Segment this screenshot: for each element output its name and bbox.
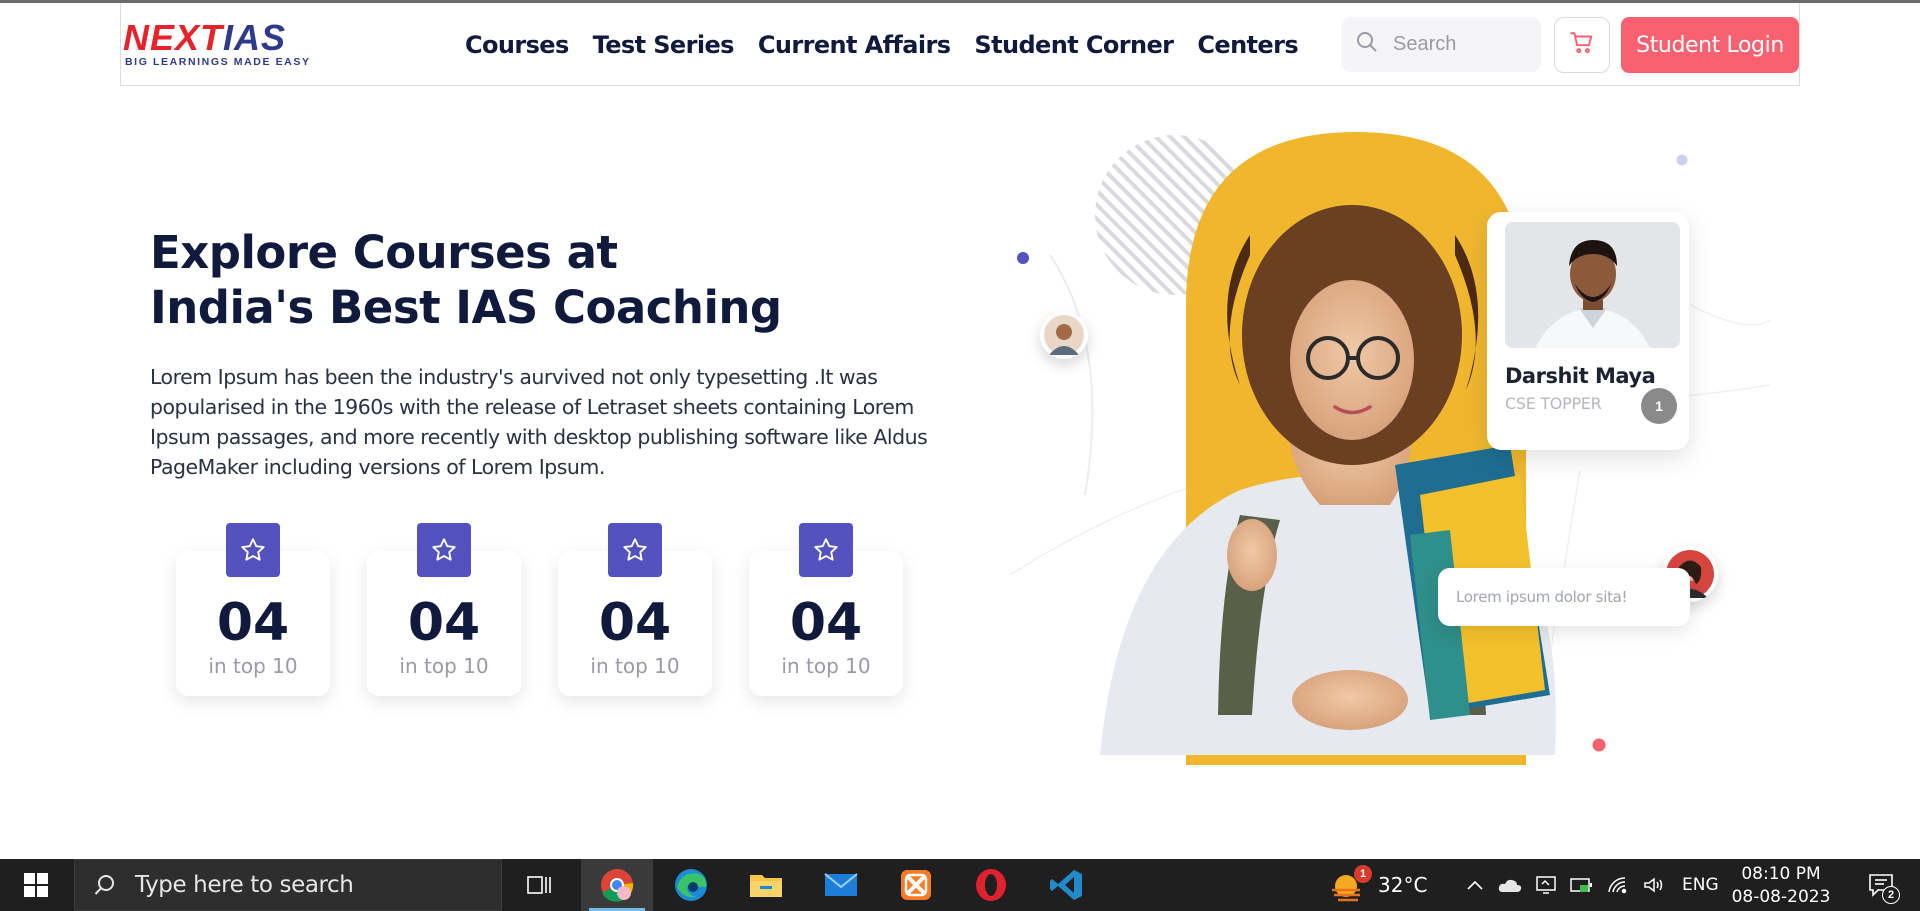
nav-courses[interactable]: Courses bbox=[465, 31, 569, 59]
monitor-icon bbox=[1536, 876, 1556, 894]
star-icon bbox=[417, 523, 471, 577]
logo-tagline: BIG LEARNINGS MADE EASY bbox=[125, 56, 311, 68]
hero-title-line2: India's Best IAS Coaching bbox=[150, 281, 782, 334]
star-icon bbox=[799, 523, 853, 577]
taskbar-search-box[interactable]: Type here to search bbox=[74, 859, 502, 911]
hero-title-line1: Explore Courses at bbox=[150, 226, 618, 279]
logo-next-text: NEXT bbox=[123, 17, 224, 58]
stat-label: in top 10 bbox=[208, 654, 298, 678]
network-tray[interactable] bbox=[1604, 859, 1632, 911]
clock-time: 08:10 PM bbox=[1741, 864, 1821, 884]
main-nav: Courses Test Series Current Affairs Stud… bbox=[465, 31, 1322, 59]
search-icon bbox=[1355, 30, 1379, 59]
logo-wordmark: NEXTIAS bbox=[123, 20, 286, 56]
star-icon bbox=[226, 523, 280, 577]
language-indicator[interactable]: ENG bbox=[1682, 875, 1719, 895]
taskbar-app-vscode[interactable] bbox=[1030, 859, 1102, 911]
topper-name: Darshit Maya bbox=[1505, 364, 1656, 388]
nav-centers[interactable]: Centers bbox=[1197, 31, 1298, 59]
task-view-icon bbox=[527, 876, 551, 894]
system-clock[interactable]: 08:10 PM 08-08-2023 bbox=[1728, 863, 1834, 909]
clock-date: 08-08-2023 bbox=[1731, 887, 1831, 907]
stat-value: 04 bbox=[407, 593, 481, 653]
taskbar-app-chrome[interactable] bbox=[581, 859, 653, 911]
edge-icon bbox=[675, 869, 707, 901]
notification-count-badge: 2 bbox=[1882, 886, 1900, 904]
topper-photo bbox=[1505, 222, 1680, 348]
folder-icon bbox=[750, 875, 782, 897]
site-header: NEXTIAS BIG LEARNINGS MADE EASY Courses … bbox=[120, 3, 1800, 86]
xampp-icon bbox=[901, 870, 931, 900]
taskbar-app-opera[interactable] bbox=[955, 859, 1027, 911]
show-hidden-icons-button[interactable] bbox=[1462, 859, 1488, 911]
student-avatar-left bbox=[1040, 311, 1088, 359]
stat-label: in top 10 bbox=[399, 654, 489, 678]
battery-icon bbox=[1570, 878, 1592, 892]
cloud-icon bbox=[1498, 879, 1522, 892]
stat-card: 04 in top 10 bbox=[176, 523, 330, 696]
weather-alert-badge: 1 bbox=[1354, 865, 1372, 883]
hero-title: Explore Courses at India's Best IAS Coac… bbox=[150, 225, 782, 335]
task-view-button[interactable] bbox=[503, 859, 575, 911]
hero-illustration: Darshit Maya CSE TOPPER 1 Lorem ipsum do… bbox=[990, 115, 1770, 775]
stat-label: in top 10 bbox=[590, 654, 680, 678]
onedrive-tray[interactable] bbox=[1496, 859, 1524, 911]
speaker-icon bbox=[1644, 877, 1663, 893]
weather-temperature: 32°C bbox=[1378, 873, 1428, 897]
wifi-icon bbox=[1608, 877, 1627, 894]
logo-ias-text: IAS bbox=[223, 17, 287, 58]
cart-button[interactable] bbox=[1554, 17, 1610, 73]
battery-tray[interactable] bbox=[1568, 859, 1596, 911]
topper-card: Darshit Maya CSE TOPPER 1 bbox=[1487, 212, 1689, 450]
taskbar-search-placeholder: Type here to search bbox=[135, 872, 354, 898]
chevron-up-icon bbox=[1467, 880, 1483, 890]
topper-role: CSE TOPPER bbox=[1505, 394, 1602, 413]
stat-value: 04 bbox=[789, 593, 863, 653]
mail-icon bbox=[824, 873, 858, 896]
vscode-icon bbox=[1050, 870, 1082, 900]
message-text: Lorem ipsum dolor sita! bbox=[1456, 588, 1628, 606]
taskbar-app-mail[interactable] bbox=[805, 859, 877, 911]
windows-taskbar: Type here to search 1 32°C ENG 08:10 PM … bbox=[0, 859, 1920, 911]
notification-center-button[interactable]: 2 bbox=[1856, 859, 1906, 911]
cart-icon bbox=[1569, 30, 1595, 61]
taskbar-app-file-explorer[interactable] bbox=[730, 859, 802, 911]
windows-logo-icon bbox=[24, 873, 48, 897]
taskbar-app-xampp[interactable] bbox=[880, 859, 952, 911]
message-bubble: Lorem ipsum dolor sita! bbox=[1438, 568, 1690, 626]
nav-current-affairs[interactable]: Current Affairs bbox=[758, 31, 951, 59]
search-input[interactable] bbox=[1393, 33, 1533, 56]
star-icon bbox=[608, 523, 662, 577]
volume-tray[interactable] bbox=[1640, 859, 1668, 911]
stat-card: 04 in top 10 bbox=[749, 523, 903, 696]
nav-test-series[interactable]: Test Series bbox=[593, 31, 735, 59]
start-button[interactable] bbox=[0, 859, 72, 911]
nextias-logo[interactable]: NEXTIAS BIG LEARNINGS MADE EASY bbox=[123, 20, 323, 70]
weather-widget[interactable]: 1 32°C bbox=[1330, 859, 1427, 911]
stat-value: 04 bbox=[216, 593, 290, 653]
stat-card: 04 in top 10 bbox=[367, 523, 521, 696]
taskbar-app-edge[interactable] bbox=[655, 859, 727, 911]
search-icon bbox=[94, 875, 114, 895]
stat-value: 04 bbox=[598, 593, 672, 653]
search-box[interactable] bbox=[1341, 17, 1541, 72]
meet-now-tray[interactable] bbox=[1532, 859, 1560, 911]
opera-icon bbox=[976, 869, 1006, 901]
topper-rank-badge: 1 bbox=[1641, 388, 1677, 424]
stat-label: in top 10 bbox=[781, 654, 871, 678]
nav-student-corner[interactable]: Student Corner bbox=[974, 31, 1174, 59]
stat-card: 04 in top 10 bbox=[558, 523, 712, 696]
hero-description: Lorem Ipsum has been the industry's aurv… bbox=[150, 365, 928, 479]
student-login-button[interactable]: Student Login bbox=[1621, 17, 1799, 73]
chrome-icon bbox=[601, 869, 634, 902]
